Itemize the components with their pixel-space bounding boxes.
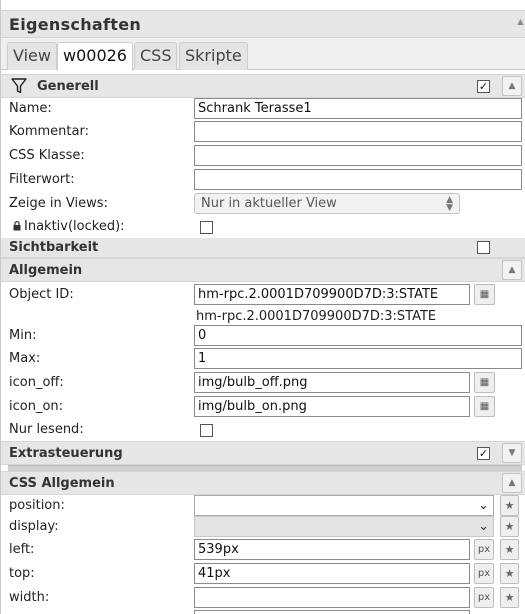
icon-on-label: icon_on: (9, 399, 64, 414)
star-icon[interactable]: ★ (500, 516, 519, 537)
star-icon[interactable]: ★ (500, 563, 519, 584)
chevron-down-icon: ⌄ (478, 498, 489, 513)
object-picker-icon[interactable]: ▦ (474, 284, 495, 305)
star-icon[interactable]: ★ (500, 587, 519, 608)
section-title-generell: Generell (37, 79, 99, 94)
icon-on-input[interactable]: img/bulb_on.png (194, 396, 470, 417)
icon-off-label: icon_off: (9, 375, 64, 390)
row-max: Max: 1 (1, 348, 525, 371)
nur-lesend-checkbox[interactable] (200, 424, 213, 437)
width-label: width: (9, 590, 50, 605)
tab-view[interactable]: View (7, 42, 57, 70)
px-unit-button[interactable]: px (474, 539, 494, 560)
px-unit-button[interactable]: px (474, 587, 494, 608)
properties-panel: Eigenschaften ▲ View w00026 CSS Skripte … (0, 0, 525, 614)
zeige-in-views-select[interactable]: Nur in aktueller View ▲ ▼ (194, 193, 460, 214)
row-nur-lesend: Nur lesend: (1, 419, 525, 442)
filter-icon (10, 77, 28, 99)
row-position: position: ⌄ ★ (1, 495, 525, 518)
display-label: display: (9, 519, 59, 534)
name-label: Name: (9, 101, 52, 116)
width-input[interactable] (194, 587, 470, 608)
css-klasse-input[interactable] (194, 145, 522, 166)
tab-css[interactable]: CSS (134, 42, 178, 70)
panel-title: Eigenschaften (9, 15, 142, 34)
expand-icon[interactable]: ▼ (502, 443, 522, 463)
collapse-icon[interactable]: ▲ (502, 76, 522, 96)
section-sichtbarkeit[interactable]: Sichtbarkeit (1, 238, 525, 258)
tab-skripte[interactable]: Skripte (179, 42, 248, 70)
extrasteuerung-checkbox[interactable]: ✓ (477, 447, 490, 460)
max-label: Max: (9, 351, 41, 366)
row-left: left: 539px px ★ (1, 539, 525, 562)
star-icon[interactable]: ★ (500, 539, 519, 560)
generell-checkbox[interactable]: ✓ (477, 80, 490, 93)
kommentar-label: Kommentar: (9, 124, 89, 139)
row-width: width: px ★ (1, 587, 525, 610)
row-min: Min: 0 (1, 325, 525, 348)
left-input[interactable]: 539px (194, 539, 470, 560)
collapse-icon[interactable]: ▲ (502, 260, 522, 280)
position-label: position: (9, 498, 65, 513)
section-title-extrasteuerung: Extrasteuerung (9, 446, 123, 461)
position-select[interactable]: ⌄ (194, 495, 494, 516)
file-picker-icon[interactable]: ▦ (474, 396, 495, 417)
nur-lesend-label: Nur lesend: (9, 422, 84, 437)
object-id-resolved: hm-rpc.2.0001D709900D7D:3:STATE (196, 309, 437, 324)
left-label: left: (9, 542, 35, 557)
scroll-up-icon[interactable]: ▲ (515, 17, 525, 31)
row-top: top: 41px px ★ (1, 563, 525, 586)
object-id-input[interactable]: hm-rpc.2.0001D709900D7D:3:STATE (194, 284, 470, 305)
height-input[interactable] (194, 610, 470, 614)
min-label: Min: (9, 328, 37, 343)
row-icon-on: icon_on: img/bulb_on.png ▦ (1, 396, 525, 419)
row-display: display: ⌄ ★ (1, 516, 525, 539)
chevron-down-icon: ⌄ (478, 519, 489, 534)
display-select[interactable]: ⌄ (194, 516, 494, 537)
tab-widget[interactable]: w00026 (57, 42, 133, 71)
sichtbarkeit-checkbox[interactable] (477, 241, 490, 254)
zeige-in-views-label: Zeige in Views: (9, 196, 108, 211)
row-filterwort: Filterwort: (1, 169, 525, 192)
section-generell[interactable]: Generell ✓ ▲ (1, 74, 525, 98)
max-input[interactable]: 1 (194, 348, 522, 369)
inaktiv-label: Inaktiv(locked): (24, 219, 125, 234)
icon-off-input[interactable]: img/bulb_off.png (194, 372, 470, 393)
section-title-sichtbarkeit: Sichtbarkeit (9, 240, 99, 255)
top-label: top: (9, 566, 35, 581)
name-input[interactable]: Schrank Terasse1 (194, 98, 522, 119)
top-input[interactable]: 41px (194, 563, 470, 584)
section-allgemein[interactable]: Allgemein ▲ (1, 258, 525, 282)
row-object-id: Object ID: hm-rpc.2.0001D709900D7D:3:STA… (1, 284, 525, 307)
row-height-partial (1, 610, 525, 614)
row-kommentar: Kommentar: (1, 121, 525, 144)
collapse-icon[interactable]: ▲ (502, 473, 522, 493)
css-klasse-label: CSS Klasse: (9, 148, 85, 163)
row-zeige-in-views: Zeige in Views: Nur in aktueller View ▲ ▼ (1, 193, 525, 216)
row-icon-off: icon_off: img/bulb_off.png ▦ (1, 372, 525, 395)
tab-bar: View w00026 CSS Skripte (1, 38, 525, 71)
row-inaktiv: Inaktiv(locked): (1, 216, 525, 239)
zeige-in-views-value: Nur in aktueller View (201, 196, 337, 211)
filterwort-label: Filterwort: (9, 172, 75, 187)
section-title-css-allgemein: CSS Allgemein (9, 476, 115, 491)
panel-header: Eigenschaften ▲ (1, 10, 525, 38)
updown-icon: ▲ ▼ (446, 195, 453, 213)
px-unit-button[interactable]: px (474, 563, 494, 584)
kommentar-input[interactable] (194, 121, 522, 142)
file-picker-icon[interactable]: ▦ (474, 372, 495, 393)
min-input[interactable]: 0 (194, 325, 522, 346)
inaktiv-checkbox[interactable] (200, 221, 213, 234)
object-id-label: Object ID: (9, 287, 74, 302)
lock-icon (13, 221, 21, 234)
filterwort-input[interactable] (194, 169, 522, 190)
section-extrasteuerung[interactable]: Extrasteuerung ✓ ▼ (1, 441, 525, 465)
section-title-allgemein: Allgemein (9, 263, 83, 278)
section-css-allgemein[interactable]: CSS Allgemein ▲ (1, 471, 525, 495)
row-name: Name: Schrank Terasse1 (1, 98, 525, 121)
row-css-klasse: CSS Klasse: (1, 145, 525, 168)
star-icon[interactable]: ★ (500, 495, 519, 516)
